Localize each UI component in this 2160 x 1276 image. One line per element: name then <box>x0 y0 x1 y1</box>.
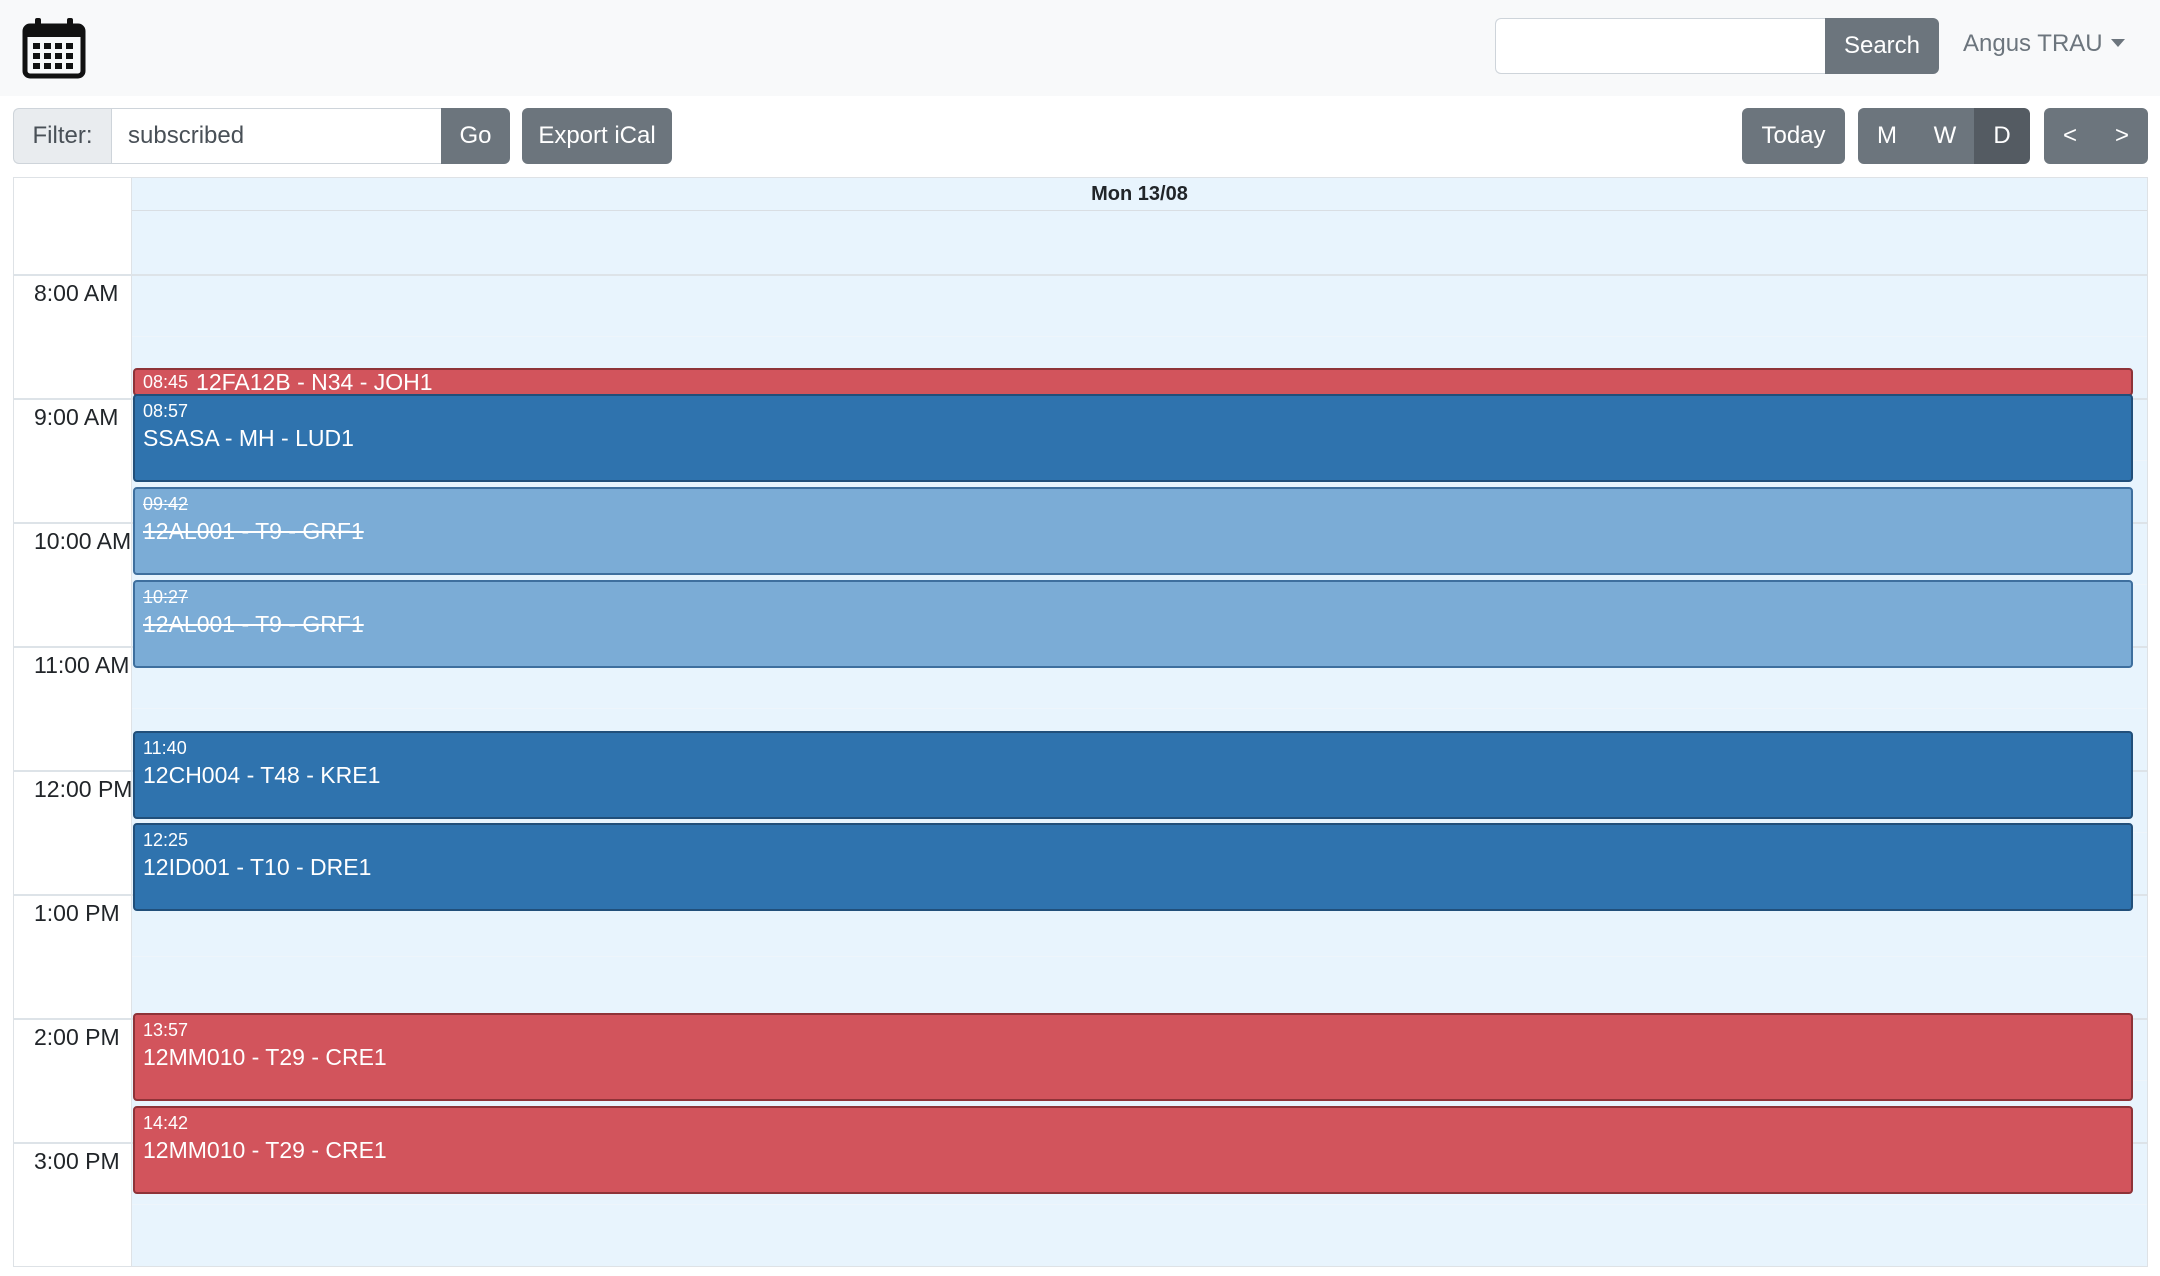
filter-input[interactable] <box>111 108 441 164</box>
today-button[interactable]: Today <box>1742 108 1845 164</box>
half-hour-line <box>132 1204 2147 1205</box>
half-hour-line <box>132 708 2147 709</box>
calendar-event[interactable]: 09:42 12AL001 - T9 - GRF1 <box>133 487 2133 575</box>
day-header: Mon 13/08 <box>132 178 2147 211</box>
previous-button[interactable]: < <box>2044 108 2096 164</box>
week-view-button[interactable]: W <box>1916 108 1974 164</box>
time-label: 3:00 PM <box>34 1148 120 1174</box>
time-label: 11:00 AM <box>34 652 130 678</box>
calendar-event[interactable]: 08:57 SSASA - MH - LUD1 <box>133 394 2133 482</box>
event-time: 08:57 <box>143 401 189 421</box>
event-title: 12CH004 - T48 - KRE1 <box>143 762 381 788</box>
calendar-event[interactable]: 12:25 12ID001 - T10 - DRE1 <box>133 823 2133 911</box>
event-title: 12FA12B - N34 - JOH1 <box>196 369 433 395</box>
calendar-icon[interactable] <box>22 17 86 79</box>
calendar-event[interactable]: 14:42 12MM010 - T29 - CRE1 <box>133 1106 2133 1194</box>
time-label: 8:00 AM <box>34 280 119 306</box>
user-name: Angus TRAU <box>1963 30 2103 57</box>
search-button[interactable]: Search <box>1825 18 1939 74</box>
day-calendar: Mon 13/08 8:00 AM 9:00 AM 10:00 AM 11:00… <box>13 177 2148 1267</box>
today-group: Today <box>1742 108 1845 164</box>
day-column[interactable]: Mon 13/08 <box>14 178 2147 1266</box>
calendar-event[interactable]: 11:40 12CH004 - T48 - KRE1 <box>133 731 2133 819</box>
pager-group: < > <box>2044 108 2148 164</box>
export-group: Export iCal <box>522 108 672 164</box>
search-input[interactable] <box>1495 18 1825 74</box>
time-label: 1:00 PM <box>34 900 120 926</box>
event-title: 12ID001 - T10 - DRE1 <box>143 854 372 880</box>
calendar-event[interactable]: 10:27 12AL001 - T9 - GRF1 <box>133 580 2133 668</box>
export-ical-button[interactable]: Export iCal <box>522 108 672 164</box>
half-hour-line <box>132 336 2147 337</box>
navbar: Search Angus TRAU <box>0 0 2160 96</box>
event-time: 14:42 <box>143 1113 189 1133</box>
event-time: 08:45 <box>143 372 189 392</box>
half-hour-line <box>132 956 2147 957</box>
caret-down-icon <box>2110 38 2125 47</box>
event-title: 12AL001 - T9 - GRF1 <box>143 611 364 637</box>
event-title: 12MM010 - T29 - CRE1 <box>143 1044 387 1070</box>
month-view-button[interactable]: M <box>1858 108 1916 164</box>
time-label: 12:00 PM <box>34 776 133 802</box>
event-title: 12MM010 - T29 - CRE1 <box>143 1137 387 1163</box>
calendar-event[interactable]: 08:45 12FA12B - N34 - JOH1 <box>133 368 2133 396</box>
view-switcher: M W D <box>1858 108 2030 164</box>
event-title: 12AL001 - T9 - GRF1 <box>143 518 364 544</box>
filter-group: Filter: Go <box>13 108 510 164</box>
user-menu-dropdown[interactable]: Angus TRAU <box>1963 30 2125 58</box>
event-time: 09:42 <box>143 494 189 514</box>
next-button[interactable]: > <box>2096 108 2148 164</box>
time-label: 2:00 PM <box>34 1024 120 1050</box>
event-time: 11:40 <box>143 738 187 758</box>
day-view-button[interactable]: D <box>1974 108 2030 164</box>
filter-label: Filter: <box>13 108 111 164</box>
event-title: SSASA - MH - LUD1 <box>143 425 354 451</box>
time-label: 9:00 AM <box>34 404 119 430</box>
time-label: 10:00 AM <box>34 528 132 554</box>
event-time: 10:27 <box>143 587 189 607</box>
go-button[interactable]: Go <box>441 108 510 164</box>
time-gutter <box>14 178 132 1266</box>
calendar-event[interactable]: 13:57 12MM010 - T29 - CRE1 <box>133 1013 2133 1101</box>
hour-line-8 <box>14 274 2147 276</box>
event-time: 13:57 <box>143 1020 189 1040</box>
event-time: 12:25 <box>143 830 189 850</box>
